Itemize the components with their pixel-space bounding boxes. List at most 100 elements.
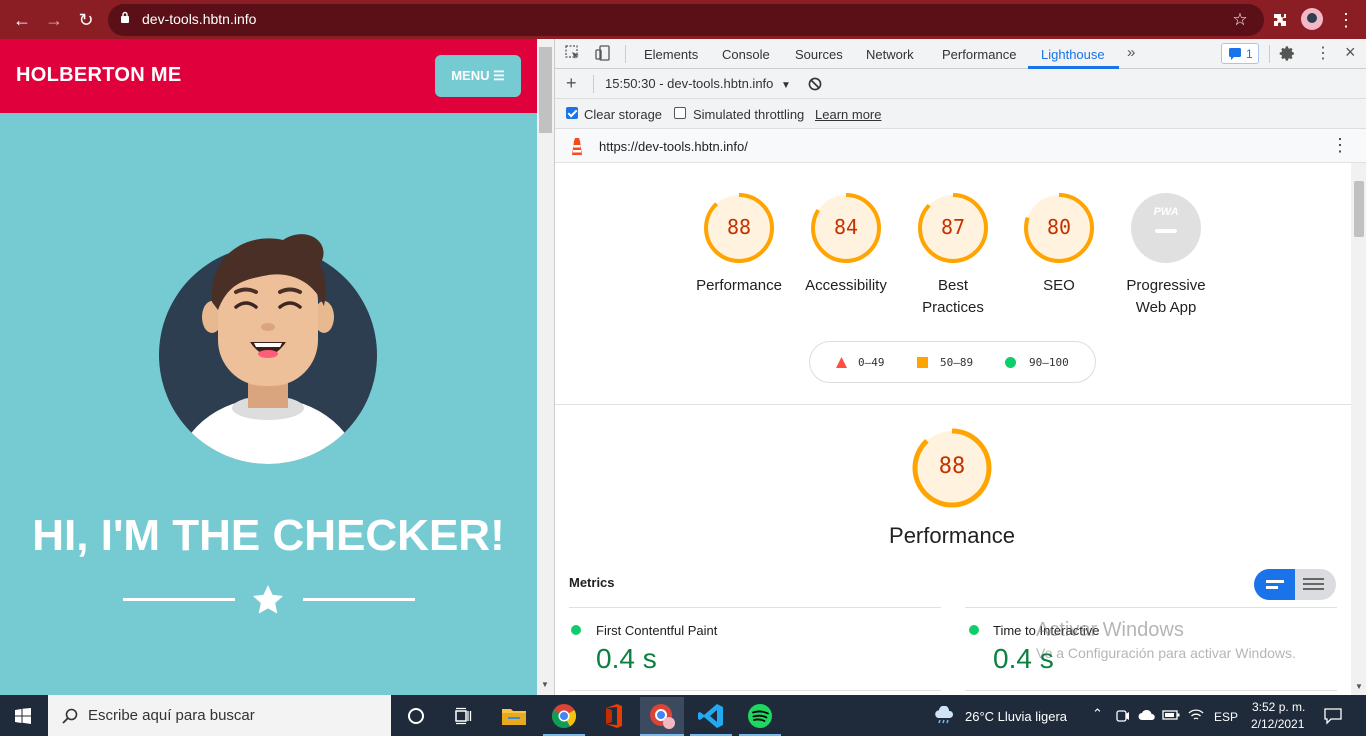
cortana-icon[interactable] [407, 707, 425, 725]
tab-elements[interactable]: Elements [644, 47, 698, 62]
section-divider [555, 404, 1351, 405]
close-icon[interactable]: × [1345, 42, 1356, 63]
report-scroll-thumb[interactable] [1354, 181, 1364, 237]
toolbar-divider [1269, 45, 1270, 63]
metrics-view-toggle[interactable] [1254, 569, 1336, 600]
forward-icon[interactable]: → [42, 8, 66, 32]
site-brand[interactable]: HOLBERTON ME [16, 64, 181, 87]
bookmark-star-icon[interactable]: ☆ [1228, 8, 1252, 32]
tab-lighthouse[interactable]: Lighthouse [1041, 47, 1105, 62]
devtools-tabbar: Elements Console Sources Network Perform… [555, 39, 1366, 69]
performance-big-value: 88 [938, 454, 966, 479]
clear-storage-label[interactable]: Clear storage [584, 107, 662, 122]
legend-pass: 90–100 [1029, 356, 1069, 369]
gauge-pwa[interactable]: PWA [1131, 193, 1201, 263]
inspect-element-icon[interactable] [565, 45, 581, 61]
metric-label: First Contentful Paint [596, 623, 718, 638]
windows-start-icon[interactable] [15, 708, 31, 724]
tab-sources[interactable]: Sources [795, 47, 843, 62]
issues-button[interactable]: 1 [1221, 43, 1259, 64]
issues-icon [1229, 48, 1241, 60]
toggle-compact-view[interactable] [1254, 569, 1295, 600]
windows-activation-title: Activar Windows [1036, 619, 1184, 641]
vscode-icon[interactable] [696, 701, 726, 731]
gauge-seo[interactable]: 80 [1024, 193, 1094, 263]
lock-icon[interactable] [120, 11, 130, 26]
file-explorer-icon[interactable] [499, 701, 529, 731]
devtools-menu-icon[interactable]: ⋮ [1315, 43, 1331, 63]
pass-dot-icon [571, 625, 581, 635]
report-menu-icon[interactable]: ⋮ [1331, 135, 1349, 156]
more-tabs-icon[interactable]: » [1127, 44, 1135, 61]
menu-button[interactable]: MENU ☰ [435, 55, 521, 97]
simulated-throttling-checkbox[interactable] [674, 107, 686, 119]
performance-big-gauge: 88 [912, 428, 992, 508]
reload-icon[interactable]: ↻ [74, 8, 98, 32]
metric-divider [965, 690, 1337, 691]
office-icon[interactable] [598, 701, 628, 731]
scroll-down-arrow-icon[interactable]: ▼ [1355, 682, 1363, 691]
address-bar[interactable] [108, 4, 1264, 36]
gauge-label: Progressive Web App [1126, 277, 1206, 316]
extensions-icon[interactable] [1268, 8, 1292, 32]
clock-time[interactable]: 3:52 p. m. [1252, 700, 1305, 714]
chrome-icon[interactable] [549, 701, 579, 731]
metric-value: 0.4 s [596, 643, 657, 674]
profile-avatar[interactable] [1300, 8, 1324, 32]
show-hidden-icons-chevron-icon[interactable]: ⌃ [1092, 706, 1103, 722]
page-scroll-thumb[interactable] [539, 47, 552, 133]
taskbar-search[interactable]: Escribe aquí para buscar [48, 695, 391, 736]
toolbar-divider [625, 45, 626, 63]
report-scrollbar[interactable]: ▼ [1351, 163, 1366, 695]
report-select[interactable]: 15:50:30 - dev-tools.hbtn.info ▼ [605, 76, 791, 91]
meet-now-icon[interactable] [1116, 708, 1130, 724]
language-indicator[interactable]: ESP [1214, 710, 1238, 724]
page-scrollbar[interactable]: ▼ [537, 39, 554, 695]
clear-reports-icon[interactable] [808, 77, 822, 91]
learn-more-link[interactable]: Learn more [815, 107, 881, 122]
tab-performance[interactable]: Performance [942, 47, 1016, 62]
spotify-icon[interactable] [745, 701, 775, 731]
simulated-throttling-label[interactable]: Simulated throttling [693, 107, 804, 122]
weather-rain-icon[interactable] [932, 706, 956, 724]
scroll-down-arrow-icon[interactable]: ▼ [541, 680, 549, 689]
search-placeholder: Escribe aquí para buscar [88, 707, 255, 724]
report-url[interactable]: https://dev-tools.hbtn.info/ [599, 139, 748, 154]
metric-divider [569, 690, 941, 691]
gauge-best-practices[interactable]: 87 [918, 193, 988, 263]
notifications-icon[interactable] [1324, 707, 1342, 725]
new-report-plus-icon[interactable]: + [566, 73, 577, 94]
browser-menu-icon[interactable]: ⋮ [1334, 8, 1358, 32]
menu-label: MENU [451, 68, 490, 83]
url-text[interactable]: dev-tools.hbtn.info [142, 11, 256, 27]
chrome-profile-app-active[interactable] [640, 697, 684, 736]
avatar-illustration [159, 234, 377, 464]
clear-storage-checkbox[interactable] [566, 107, 578, 119]
search-icon [62, 708, 78, 724]
task-view-icon[interactable] [454, 707, 472, 725]
toggle-expanded-view-icon[interactable] [1303, 578, 1324, 580]
hamburger-icon: ☰ [493, 68, 505, 83]
weather-text[interactable]: 26°C Lluvia ligera [965, 709, 1067, 724]
tab-console[interactable]: Console [722, 47, 770, 62]
device-toolbar-icon[interactable] [595, 45, 611, 61]
clock-date[interactable]: 2/12/2021 [1251, 717, 1304, 731]
back-icon[interactable]: ← [10, 8, 34, 32]
divider-line-right [303, 598, 415, 601]
tab-network[interactable]: Network [866, 47, 914, 62]
performance-title: Performance [889, 523, 1015, 548]
dropdown-arrow-icon: ▼ [781, 80, 791, 91]
wifi-icon[interactable] [1188, 708, 1204, 722]
gauge-accessibility[interactable]: 84 [811, 193, 881, 263]
gauge-label: Performance [696, 277, 782, 294]
lighthouse-toolbar: + 15:50:30 - dev-tools.hbtn.info ▼ [555, 69, 1366, 99]
report-url-bar: https://dev-tools.hbtn.info/ ⋮ [555, 129, 1366, 163]
settings-gear-icon[interactable] [1279, 45, 1296, 62]
gauge-label: Best Practices [922, 277, 984, 316]
page-viewport: HOLBERTON ME MENU ☰ HI, I'M THE CHECKER! [0, 39, 537, 695]
gauge-performance[interactable]: 88 [704, 193, 774, 263]
battery-icon[interactable] [1162, 709, 1180, 721]
gauge-value: 84 [833, 215, 859, 239]
onedrive-cloud-icon[interactable] [1138, 709, 1156, 721]
issues-count: 1 [1246, 47, 1253, 61]
